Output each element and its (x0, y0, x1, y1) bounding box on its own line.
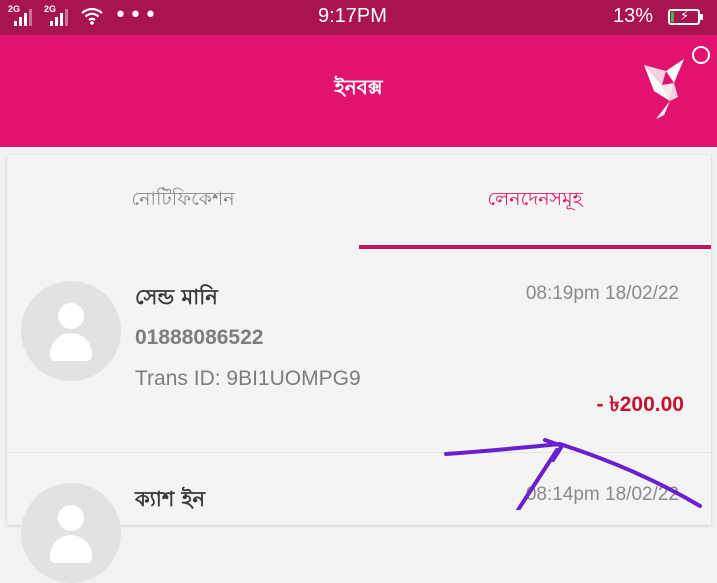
transaction-amount: - ৳200.00 (596, 393, 684, 416)
avatar (21, 483, 121, 583)
inbox-card: নোটিফিকেশন লেনদেনসমূহ সেন্ড মানি 08:19pm… (7, 155, 711, 583)
transaction-datetime: 08:19pm 18/02/22 (525, 283, 679, 304)
battery-charging-icon: ⚡ (668, 9, 703, 25)
signal-icon: 2G (8, 4, 38, 28)
page-title: ইনবক্স (334, 75, 383, 99)
list-item[interactable]: ক্যাশ ইন 08:14pm 18/02/22 (7, 453, 711, 583)
ring-icon[interactable] (692, 46, 710, 64)
tab-notifications[interactable]: নোটিফিকেশন (7, 155, 359, 251)
active-tab-indicator (359, 245, 711, 249)
transaction-id: Trans ID: 9BI1UOMPG9 (135, 367, 361, 390)
more-dots-icon: ••• (114, 3, 159, 28)
signal-icon: 2G (44, 4, 74, 28)
battery-fill (671, 12, 674, 22)
status-bar: 2G 2G ••• 9:17PM 13% ⚡ (0, 0, 717, 35)
transaction-type: ক্যাশ ইন (135, 487, 206, 511)
battery-percent: 13% (613, 5, 654, 27)
wifi-icon (81, 7, 103, 25)
charging-bolt-icon: ⚡ (680, 9, 690, 24)
transaction-datetime: 08:14pm 18/02/22 (525, 484, 679, 505)
app-header: ইনবক্স (0, 35, 717, 147)
tab-transactions[interactable]: লেনদেনসমূহ (359, 155, 711, 251)
status-time: 9:17PM (318, 5, 387, 27)
status-icons-left: 2G 2G ••• (8, 4, 159, 28)
bkash-bird-logo-icon (644, 59, 684, 119)
transaction-number: 01888086522 (135, 326, 264, 349)
tab-bar: নোটিফিকেশন লেনদেনসমূহ (7, 155, 711, 251)
transaction-type: সেন্ড মানি (135, 285, 218, 309)
list-item[interactable]: সেন্ড মানি 08:19pm 18/02/22 01888086522 … (7, 251, 711, 452)
avatar (21, 281, 121, 381)
